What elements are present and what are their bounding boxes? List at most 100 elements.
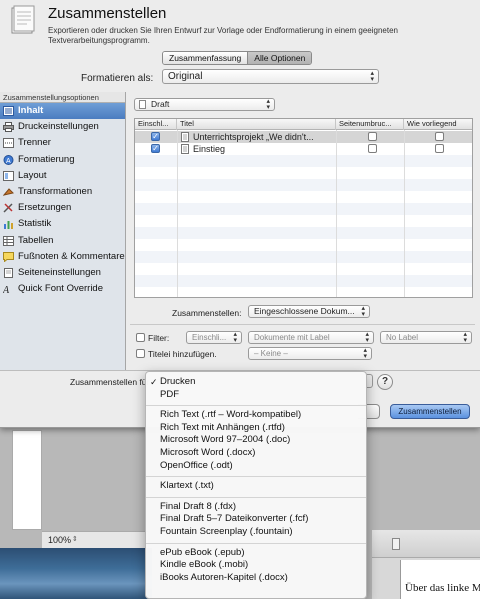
include-checkbox[interactable]: ✓ [151, 144, 160, 153]
menu-item-label: Fountain Screenplay (.fountain) [160, 525, 293, 537]
menu-item-odt[interactable]: OpenOffice (.odt) [146, 460, 366, 473]
menu-item-mobi[interactable]: Kindle eBook (.mobi) [146, 559, 366, 572]
formatting-icon: A [3, 154, 14, 165]
sidebar-item-label: Formatierung [18, 153, 75, 165]
help-button[interactable]: ? [377, 374, 393, 390]
menu-item-fcf[interactable]: Final Draft 5–7 Dateikonverter (.fcf) [146, 513, 366, 526]
document-text[interactable]: Über das linke M [405, 582, 480, 594]
menu-separator [146, 476, 366, 478]
menu-item-label: Microsoft Word (.docx) [160, 446, 256, 458]
sidebar-item-quick-font-override[interactable]: A Quick Font Override [0, 281, 125, 297]
page-break-checkbox[interactable] [368, 132, 377, 141]
sidebar-item-tables[interactable]: Tabellen [0, 233, 125, 249]
menu-item-rtfd[interactable]: Rich Text mit Anhängen (.rtfd) [146, 422, 366, 435]
column-header-page-break[interactable]: Seitenumbruc... [336, 119, 404, 130]
popup-arrows-icon: ▴ ▾ [363, 347, 367, 360]
menu-item-fountain[interactable]: Fountain Screenplay (.fountain) [146, 526, 366, 539]
sidebar-item-separators[interactable]: Trenner [0, 135, 125, 151]
include-checkbox[interactable]: ✓ [151, 132, 160, 141]
divider [130, 324, 475, 325]
sidebar-item-formatting[interactable]: A Formatierung [0, 152, 125, 168]
table-row[interactable]: ✓ Unterrichtsprojekt „We didn't... [135, 131, 472, 143]
sidebar-item-layout[interactable]: Layout [0, 168, 125, 184]
sidebar-item-print-settings[interactable]: Druckeinstellungen [0, 119, 125, 135]
as-is-checkbox[interactable] [435, 132, 444, 141]
menu-item-pdf[interactable]: PDF [146, 389, 366, 402]
svg-text:A: A [3, 285, 10, 294]
sidebar-item-statistics[interactable]: Statistik [0, 216, 125, 232]
sidebar-item-replacements[interactable]: Ersetzungen [0, 200, 125, 216]
menu-separator [146, 496, 366, 498]
empty-row [135, 215, 472, 227]
tab-all-options[interactable]: Alle Optionen [247, 52, 312, 64]
inspector-button[interactable] [392, 538, 400, 550]
sidebar-item-page-settings[interactable]: Seiteneinstellungen [0, 265, 125, 281]
sidebar-item-label: Statistik [18, 218, 52, 230]
menu-item-label: Klartext (.txt) [160, 480, 214, 492]
empty-row [135, 275, 472, 287]
printer-icon [3, 122, 14, 133]
popup-arrows-icon: ▴ ▾ [266, 98, 270, 111]
filter-by-popup[interactable]: Dokumente mit Label ▴ ▾ [248, 331, 374, 344]
filter-mode-popup[interactable]: Einschli... ▴ ▾ [186, 331, 242, 344]
compile-scope-popup[interactable]: Eingeschlossene Dokum... ▴ ▾ [248, 305, 370, 318]
format-value: Original [168, 71, 203, 82]
menu-item-label: Rich Text (.rtf – Word-kompatibel) [160, 409, 302, 421]
menu-item-doc[interactable]: Microsoft Word 97–2004 (.doc) [146, 434, 366, 447]
column-header-title[interactable]: Titel [177, 119, 336, 130]
menu-item-epub[interactable]: ePub eBook (.epub) [146, 547, 366, 560]
title-prefix-popup[interactable]: – Keine – ▴ ▾ [248, 347, 372, 360]
popup-arrows-icon: ▴ ▾ [370, 70, 374, 83]
title-prefix-checkbox[interactable] [136, 349, 145, 358]
filter-value-popup[interactable]: No Label ▴ ▾ [380, 331, 472, 344]
sidebar-item-transformations[interactable]: Transformationen [0, 184, 125, 200]
menu-item-ibooks[interactable]: iBooks Autoren-Kapitel (.docx) [146, 572, 366, 585]
document-icon [181, 131, 189, 143]
transform-icon [3, 188, 14, 196]
popup-arrows-icon: ▴ ▾ [463, 331, 467, 344]
document-icon [181, 143, 189, 155]
empty-row [135, 155, 472, 167]
compile-scope-value: Eingeschlossene Dokum... [254, 306, 355, 316]
format-popup[interactable]: Original ▴ ▾ [162, 69, 379, 84]
statistics-icon [4, 221, 13, 230]
zoom-arrows-icon[interactable]: ⇕ [72, 535, 78, 543]
sidebar-item-footnotes[interactable]: Fußnoten & Kommentare [0, 249, 125, 265]
menu-item-txt[interactable]: Klartext (.txt) [146, 480, 366, 493]
table-row[interactable]: ✓ Einstieg [135, 143, 472, 155]
column-header-as-is[interactable]: Wie vorliegend [404, 119, 472, 130]
title-prefix-row: Titelei hinzufügen. – Keine – ▴ ▾ [134, 347, 474, 361]
compile-button[interactable]: Zusammenstellen [390, 404, 470, 419]
as-is-checkbox[interactable] [435, 144, 444, 153]
sidebar-item-label: Tabellen [18, 234, 54, 246]
sidebar-item-label: Seiteneinstellungen [18, 266, 101, 278]
filter-value: No Label [386, 333, 419, 342]
menu-item-label: Microsoft Word 97–2004 (.doc) [160, 434, 291, 446]
draft-folder-popup[interactable]: Draft ▴ ▾ [134, 98, 275, 111]
tab-summary[interactable]: Zusammenfassung [163, 52, 248, 64]
menu-item-print[interactable]: ✓ Drucken [146, 376, 366, 389]
menu-item-docx[interactable]: Microsoft Word (.docx) [146, 447, 366, 460]
svg-text:A: A [6, 158, 11, 165]
filter-checkbox[interactable] [136, 333, 145, 342]
page-break-checkbox[interactable] [368, 144, 377, 153]
sidebar-item-contents[interactable]: Inhalt [0, 103, 125, 120]
compile-sheet: Zusammenstellen Exportieren oder drucken… [0, 0, 480, 428]
filter-label: Filter: [148, 333, 170, 343]
sidebar-item-label: Inhalt [18, 105, 44, 116]
column-header-include[interactable]: Einschl... [135, 119, 177, 130]
zoom-level[interactable]: 100% [48, 535, 71, 545]
menu-item-label: PDF [160, 388, 179, 400]
editor-page [12, 430, 42, 530]
menu-item-fdx[interactable]: Final Draft 8 (.fdx) [146, 501, 366, 514]
empty-row [135, 203, 472, 215]
sidebar-header: Zusammenstellungsoptionen [0, 92, 125, 103]
sidebar-item-label: Quick Font Override [18, 283, 103, 295]
font-icon: A [3, 285, 10, 294]
row-title: Einstieg [193, 144, 226, 154]
menu-item-rtf[interactable]: Rich Text (.rtf – Word-kompatibel) [146, 409, 366, 422]
menu-separator [146, 542, 366, 544]
format-row: Formatieren als: Original ▴ ▾ [0, 69, 480, 87]
empty-row [135, 227, 472, 239]
empty-row [135, 287, 472, 297]
